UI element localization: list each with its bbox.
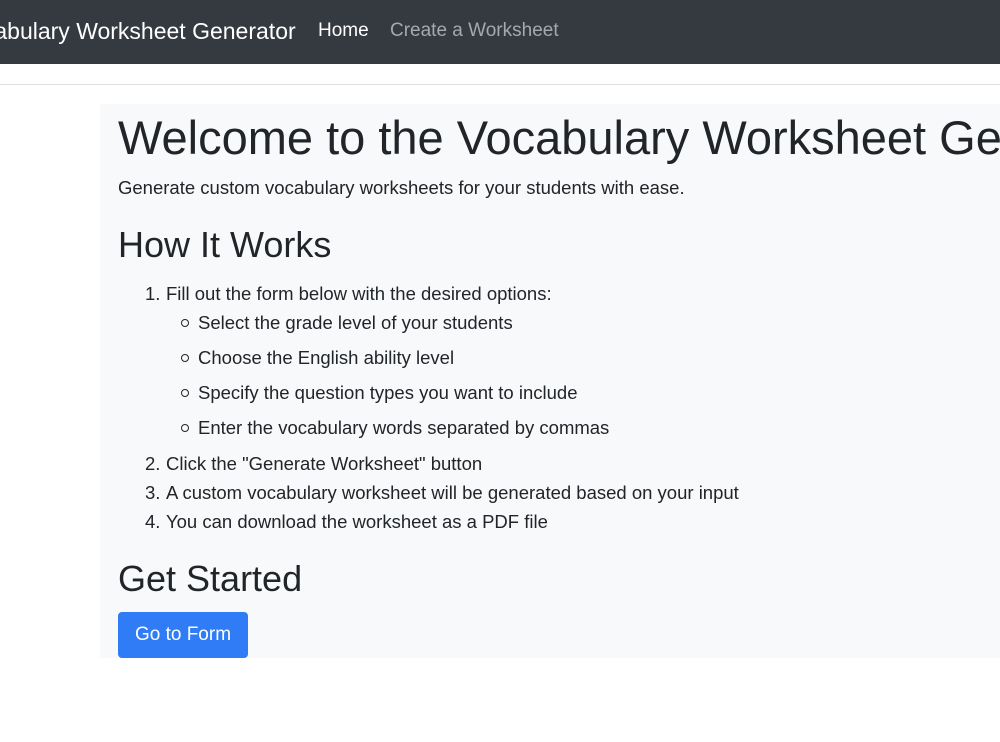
- step-text: You can download the worksheet as a PDF …: [166, 511, 548, 532]
- navbar-brand[interactable]: Vocabulary Worksheet Generator: [0, 17, 296, 45]
- get-started-heading: Get Started: [118, 558, 303, 599]
- step-number: 3.: [145, 482, 161, 503]
- step-text: A custom vocabulary worksheet will be ge…: [166, 482, 739, 503]
- nav-link-create-worksheet[interactable]: Create a Worksheet: [390, 20, 559, 42]
- substep-item-4: Enter the vocabulary words separated by …: [181, 416, 610, 440]
- jumbotron: Welcome to the Vocabulary Worksheet Gene…: [100, 104, 1000, 658]
- substep-item-3: Specify the question types you want to i…: [181, 381, 578, 405]
- step-text: Fill out the form below with the desired…: [166, 283, 552, 304]
- step-text: Click the "Generate Worksheet" button: [166, 453, 483, 474]
- step-number: 4.: [145, 511, 161, 532]
- circle-bullet-icon: [181, 319, 189, 327]
- step-number: 1.: [145, 283, 161, 304]
- substep-item-1: Select the grade level of your students: [181, 311, 513, 335]
- circle-bullet-icon: [181, 354, 189, 362]
- divider: [0, 84, 1000, 85]
- circle-bullet-icon: [181, 424, 189, 432]
- circle-bullet-icon: [181, 389, 189, 397]
- substep-text: Enter the vocabulary words separated by …: [198, 417, 610, 438]
- how-it-works-heading: How It Works: [118, 224, 332, 265]
- step-number: 2.: [145, 453, 161, 474]
- page-title: Welcome to the Vocabulary Worksheet Gene…: [118, 111, 1000, 164]
- step-item-3: 3. A custom vocabulary worksheet will be …: [145, 481, 739, 505]
- substep-text: Select the grade level of your students: [198, 312, 513, 333]
- go-to-form-button[interactable]: Go to Form: [118, 612, 248, 658]
- step-item-4: 4. You can download the worksheet as a PD…: [145, 510, 548, 534]
- navbar: Vocabulary Worksheet Generator Home Crea…: [0, 0, 1000, 64]
- lead-text: Generate custom vocabulary worksheets fo…: [118, 177, 685, 198]
- nav-link-home[interactable]: Home: [318, 20, 369, 42]
- step-item-2: 2. Click the "Generate Worksheet" button: [145, 452, 482, 476]
- step-item-1: 1. Fill out the form below with the desir…: [145, 282, 552, 306]
- substep-item-2: Choose the English ability level: [181, 346, 455, 370]
- substep-text: Choose the English ability level: [198, 347, 455, 368]
- substep-text: Specify the question types you want to i…: [198, 382, 578, 403]
